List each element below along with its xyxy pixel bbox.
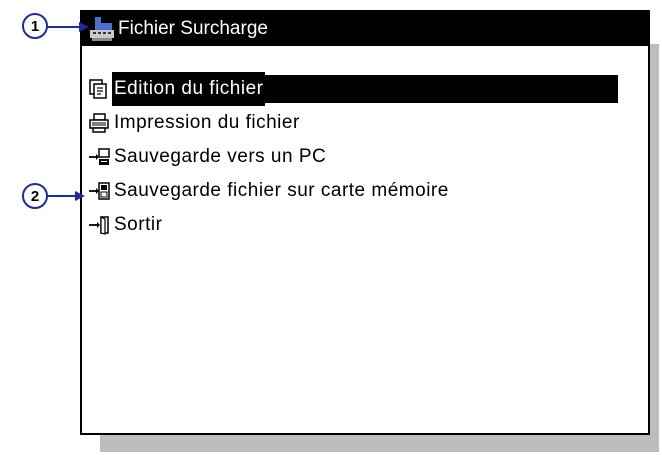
menu-item-label: Sauvegarde vers un PC bbox=[114, 146, 327, 167]
device-screen: Fichier Surcharge Edition du fichier Imp bbox=[80, 10, 650, 435]
menu-item-label: Sauvegarde fichier sur carte mémoire bbox=[114, 180, 449, 201]
window-title: Fichier Surcharge bbox=[118, 18, 268, 39]
printer-icon bbox=[89, 113, 109, 133]
menu-item-label: Impression du fichier bbox=[114, 112, 300, 133]
file-menu: Edition du fichier Impression du fichier… bbox=[88, 72, 618, 242]
menu-item-save-to-memory-card[interactable]: Sauvegarde fichier sur carte mémoire bbox=[88, 174, 451, 208]
title-bar: Fichier Surcharge bbox=[82, 12, 648, 46]
callout-2: 2 bbox=[22, 183, 48, 209]
exit-icon bbox=[89, 216, 109, 235]
save-to-memory-card-icon bbox=[89, 182, 110, 200]
menu-item-save-to-pc[interactable]: Sauvegarde vers un PC bbox=[88, 140, 451, 174]
callout-1-arrow bbox=[47, 22, 89, 32]
menu-item-label: Sortir bbox=[114, 214, 163, 235]
scale-icon bbox=[90, 17, 114, 41]
menu-item-print-file[interactable]: Impression du fichier bbox=[88, 106, 451, 140]
menu-item-edit-file[interactable]: Edition du fichier bbox=[88, 72, 618, 106]
menu-item-label: Edition du fichier bbox=[112, 72, 266, 106]
callout-badge: 2 bbox=[22, 183, 48, 209]
callout-2-arrow bbox=[47, 191, 85, 201]
menu-item-exit[interactable]: Sortir bbox=[88, 208, 451, 242]
callout-badge: 1 bbox=[22, 13, 48, 39]
edit-file-icon bbox=[89, 79, 107, 99]
callout-1: 1 bbox=[22, 13, 48, 39]
save-to-pc-icon bbox=[89, 148, 110, 165]
